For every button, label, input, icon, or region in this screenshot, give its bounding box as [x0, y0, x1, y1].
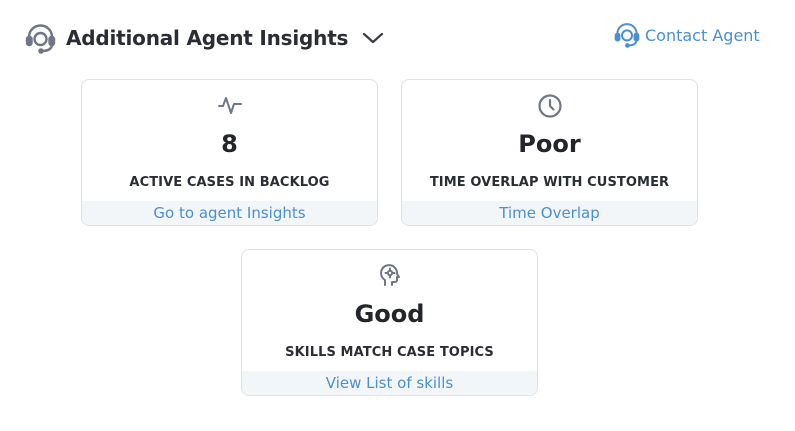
card-value: Good: [354, 300, 425, 328]
view-list-of-skills-link[interactable]: View List of skills: [242, 371, 537, 395]
chevron-down-icon[interactable]: [362, 31, 384, 45]
time-overlap-link[interactable]: Time Overlap: [402, 201, 697, 225]
headset-icon: [614, 22, 640, 48]
card-value: Poor: [518, 130, 581, 158]
section-header: Additional Agent Insights: [25, 22, 384, 54]
contact-agent-link[interactable]: Contact Agent: [614, 21, 760, 49]
contact-agent-label: Contact Agent: [645, 25, 760, 45]
headset-icon: [25, 23, 56, 54]
card-label: ACTIVE CASES IN BACKLOG: [129, 175, 330, 190]
insight-card-time-overlap: Poor TIME OVERLAP WITH CUSTOMER Time Ove…: [401, 79, 698, 226]
clock-icon: [402, 93, 697, 119]
insight-card-skills: Good SKILLS MATCH CASE TOPICS View List …: [241, 249, 538, 396]
card-value: 8: [221, 130, 238, 158]
activity-pulse-icon: [82, 93, 377, 117]
head-gear-icon: [242, 263, 537, 287]
insight-card-backlog: 8 ACTIVE CASES IN BACKLOG Go to agent In…: [81, 79, 378, 226]
card-label: TIME OVERLAP WITH CUSTOMER: [429, 175, 670, 190]
section-title: Additional Agent Insights: [66, 26, 349, 50]
go-to-agent-insights-link[interactable]: Go to agent Insights: [82, 201, 377, 225]
card-label: SKILLS MATCH CASE TOPICS: [285, 345, 494, 360]
